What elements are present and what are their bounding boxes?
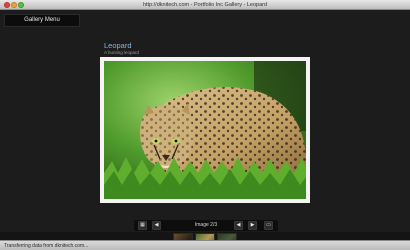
slideshow-toolbar: ▦ ◀ Image 2/3 ◀ ▶ ▭ <box>134 220 278 231</box>
grid-icon[interactable]: ▦ <box>138 221 147 230</box>
leopard-image <box>104 61 306 199</box>
photo-caption: A hunting leopard <box>104 50 140 55</box>
previous-image-icon[interactable]: ◀ <box>234 221 243 230</box>
leopard-photo[interactable] <box>104 61 306 199</box>
window-titlebar: http://dknitech.com - Portfolio Inc Gall… <box>0 0 410 10</box>
window-title: http://dknitech.com - Portfolio Inc Gall… <box>142 2 268 8</box>
fullscreen-icon[interactable]: ▭ <box>264 221 273 230</box>
status-bar: Transferring data from dknitech.com... <box>0 240 410 250</box>
gallery-page: Gallery Menu Leopard A hunting leopard ▦… <box>0 10 410 250</box>
status-text: Transferring data from dknitech.com... <box>4 243 89 249</box>
photo-title: Leopard <box>104 41 132 50</box>
gallery-menu-button[interactable]: Gallery Menu <box>4 14 80 27</box>
play-icon[interactable]: ▶ <box>248 221 257 230</box>
photo-frame <box>100 57 310 203</box>
image-counter: Image 2/3 <box>194 222 218 228</box>
previous-icon[interactable]: ◀ <box>152 221 161 230</box>
